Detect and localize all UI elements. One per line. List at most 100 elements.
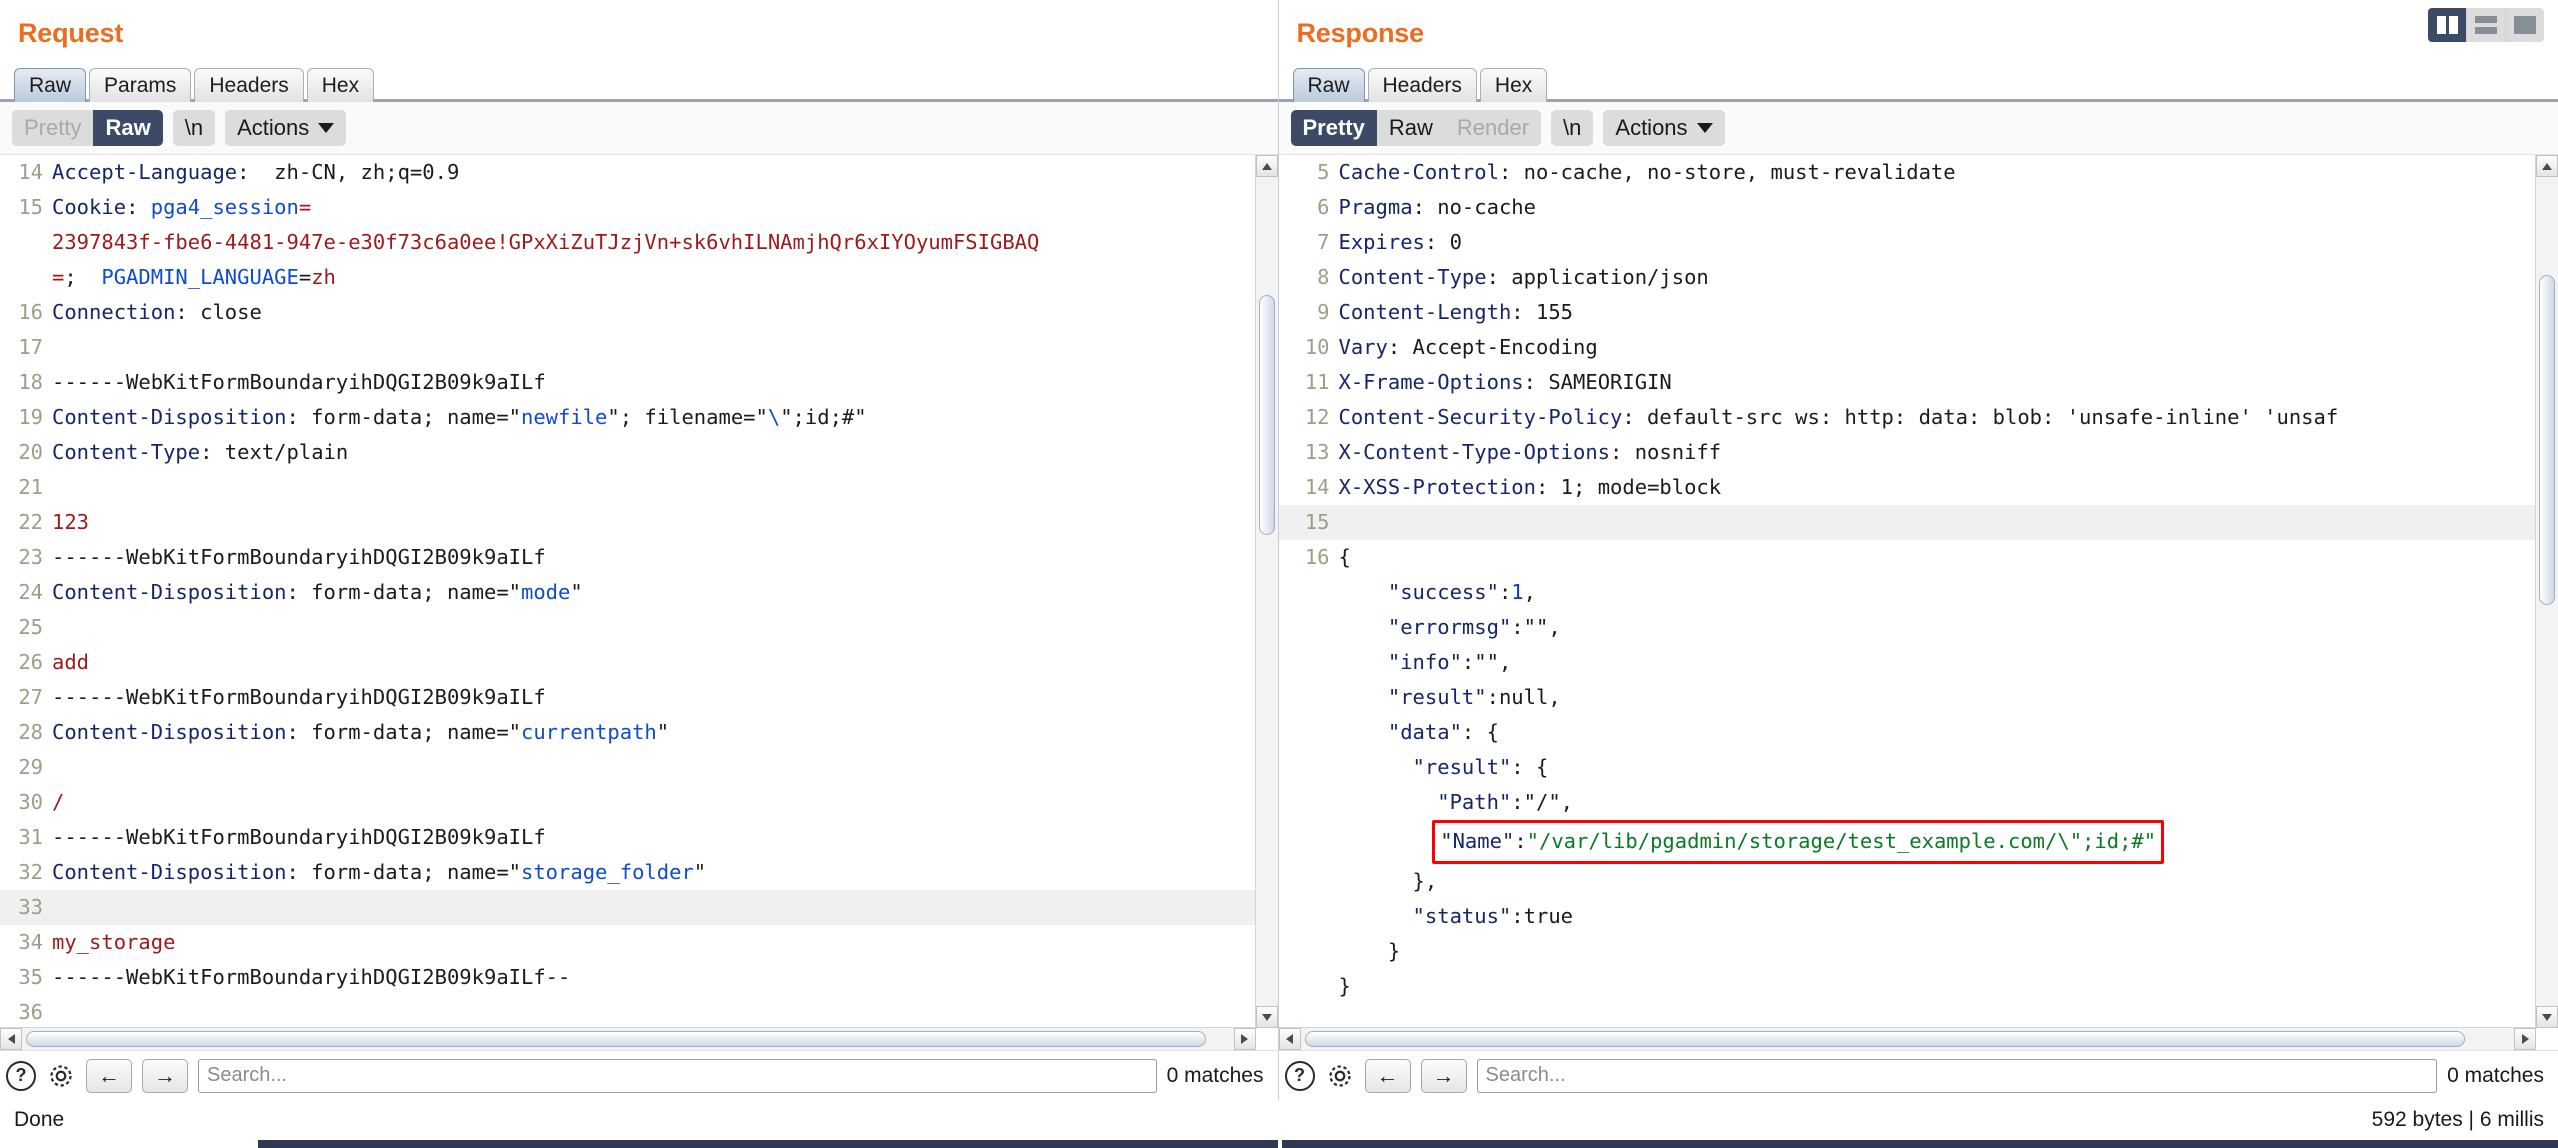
response-search-input[interactable] [1477, 1059, 2438, 1093]
request-pretty-button[interactable]: Pretty [12, 110, 93, 146]
request-scroll-right-button[interactable] [1234, 1028, 1256, 1050]
line-number: 27 [0, 680, 52, 715]
line-number: 6 [1279, 190, 1339, 225]
response-scroll-left-button[interactable] [1279, 1028, 1301, 1050]
request-scroll-left-button[interactable] [0, 1028, 22, 1050]
request-search-input[interactable] [198, 1059, 1157, 1093]
line-content: ------WebKitFormBoundaryihDQGI2B09k9aILf [52, 820, 1256, 855]
line-content: ------WebKitFormBoundaryihDQGI2B09k9aILf… [52, 960, 1256, 995]
line-number: 18 [0, 365, 52, 400]
line-content: Content-Type: application/json [1339, 260, 2537, 295]
help-icon[interactable]: ? [6, 1061, 36, 1091]
request-editor-line: 32Content-Disposition: form-data; name="… [0, 855, 1256, 890]
request-tab-hex[interactable]: Hex [307, 68, 374, 102]
response-newline-button[interactable]: \n [1551, 110, 1593, 146]
tab-label: Headers [209, 74, 288, 98]
response-editor-line: 16{ [1279, 540, 2537, 575]
tab-label: Raw [29, 74, 71, 98]
layout-split-horizontal-button[interactable] [2467, 8, 2506, 42]
gear-icon[interactable] [46, 1061, 76, 1091]
line-number: 20 [0, 435, 52, 470]
response-editor-line: "info":"", [1279, 645, 2537, 680]
request-editor[interactable]: 14Accept-Language: zh-CN, zh;q=0.915Cook… [0, 155, 1256, 1028]
request-editor-line: 2397843f-fbe6-4481-947e-e30f73c6a0ee!GPx… [0, 225, 1256, 260]
line-content: "errormsg":"", [1339, 610, 2537, 645]
request-actions-button[interactable]: Actions [225, 110, 346, 146]
response-vertical-scroll-thumb[interactable] [2539, 275, 2555, 605]
response-editor-line: } [1279, 934, 2537, 969]
request-match-count: 0 matches [1167, 1064, 1268, 1088]
response-search-prev-button[interactable]: ← [1365, 1059, 1411, 1093]
request-actions-label: Actions [237, 114, 309, 142]
response-raw-button[interactable]: Raw [1377, 110, 1445, 146]
request-tab-raw[interactable]: Raw [14, 68, 86, 102]
response-tab-raw[interactable]: Raw [1293, 68, 1365, 102]
line-number: 32 [0, 855, 52, 890]
line-content: Connection: close [52, 295, 1256, 330]
response-scroll-right-button[interactable] [2514, 1028, 2536, 1050]
response-editor-line: 11X-Frame-Options: SAMEORIGIN [1279, 365, 2537, 400]
line-number: 26 [0, 645, 52, 680]
line-number: 11 [1279, 365, 1339, 400]
request-horizontal-scrollbar[interactable] [0, 1027, 1256, 1050]
line-content: =; PGADMIN_LANGUAGE=zh [52, 260, 1256, 295]
response-editor-line: "Name":"/var/lib/pgadmin/storage/test_ex… [1279, 820, 2537, 864]
line-content: "result":null, [1339, 680, 2537, 715]
layout-single-pane-button[interactable] [2506, 8, 2544, 42]
tab-label: Params [104, 74, 176, 98]
help-icon[interactable]: ? [1285, 1061, 1315, 1091]
response-vertical-scrollbar[interactable] [2535, 155, 2558, 1028]
tab-label: Hex [322, 74, 359, 98]
chevron-down-icon [318, 123, 334, 133]
request-search-next-button[interactable]: → [142, 1059, 188, 1093]
line-content: "data": { [1339, 715, 2537, 750]
response-render-button[interactable]: Render [1445, 110, 1541, 146]
line-content: Content-Disposition: form-data; name="cu… [52, 715, 1256, 750]
request-tab-headers[interactable]: Headers [194, 68, 303, 102]
line-content: Content-Type: text/plain [52, 435, 1256, 470]
request-editor-line: 18------WebKitFormBoundaryihDQGI2B09k9aI… [0, 365, 1256, 400]
line-content: Content-Disposition: form-data; name="mo… [52, 575, 1256, 610]
line-content: "Name":"/var/lib/pgadmin/storage/test_ex… [1339, 820, 2537, 864]
response-editor-wrap: 5Cache-Control: no-cache, no-store, must… [1279, 154, 2558, 1050]
request-editor-line: 24Content-Disposition: form-data; name="… [0, 575, 1256, 610]
response-tab-headers[interactable]: Headers [1368, 68, 1477, 102]
request-vertical-scrollbar[interactable] [1255, 155, 1278, 1028]
response-editor-line: "success":1, [1279, 575, 2537, 610]
response-scroll-up-button[interactable] [2536, 155, 2558, 177]
layout-split-vertical-button[interactable] [2428, 8, 2467, 42]
response-search-next-button[interactable]: → [1421, 1059, 1467, 1093]
line-content: Cookie: pga4_session= [52, 190, 1256, 225]
request-search-prev-button[interactable]: ← [86, 1059, 132, 1093]
line-content: ------WebKitFormBoundaryihDQGI2B09k9aILf [52, 365, 1256, 400]
line-number: 31 [0, 820, 52, 855]
gear-icon[interactable] [1325, 1061, 1355, 1091]
line-number: 16 [0, 295, 52, 330]
response-editor-line: "status":true [1279, 899, 2537, 934]
request-editor-line: 35------WebKitFormBoundaryihDQGI2B09k9aI… [0, 960, 1256, 995]
request-newline-group: \n [173, 110, 215, 146]
response-pretty-button[interactable]: Pretty [1291, 110, 1377, 146]
request-vertical-scroll-thumb[interactable] [1259, 295, 1275, 535]
response-tab-hex[interactable]: Hex [1480, 68, 1547, 102]
response-search-bar: ? ← → 0 matches [1279, 1050, 2558, 1100]
line-number: 9 [1279, 295, 1339, 330]
response-scroll-down-button[interactable] [2536, 1006, 2558, 1028]
request-scroll-up-button[interactable] [1256, 155, 1278, 177]
line-content: Content-Security-Policy: default-src ws:… [1339, 400, 2537, 435]
request-editor-wrap: 14Accept-Language: zh-CN, zh;q=0.915Cook… [0, 154, 1278, 1050]
response-editor[interactable]: 5Cache-Control: no-cache, no-store, must… [1279, 155, 2537, 1028]
request-tab-params[interactable]: Params [89, 68, 191, 102]
request-raw-button[interactable]: Raw [93, 110, 162, 146]
line-content: Pragma: no-cache [1339, 190, 2537, 225]
request-scroll-down-button[interactable] [1256, 1006, 1278, 1028]
response-actions-button[interactable]: Actions [1603, 110, 1724, 146]
response-editor-line: 15 [1279, 505, 2537, 540]
request-toolbar: Pretty Raw \n Actions [0, 102, 1278, 154]
request-newline-button[interactable]: \n [173, 110, 215, 146]
request-header: Request [0, 0, 1278, 62]
line-content: X-Frame-Options: SAMEORIGIN [1339, 365, 2537, 400]
response-horizontal-scroll-thumb[interactable] [1305, 1031, 2465, 1047]
request-horizontal-scroll-thumb[interactable] [26, 1031, 1206, 1047]
response-horizontal-scrollbar[interactable] [1279, 1027, 2537, 1050]
